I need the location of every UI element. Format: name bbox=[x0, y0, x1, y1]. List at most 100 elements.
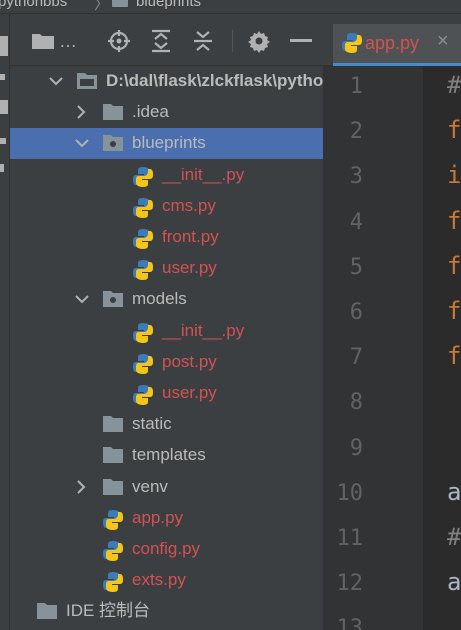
code-line: a bbox=[447, 568, 461, 597]
toolbar-divider bbox=[232, 30, 233, 52]
python-file-icon bbox=[132, 353, 154, 374]
tree-item-label: .idea bbox=[132, 102, 169, 122]
tree-item-static[interactable]: static bbox=[10, 409, 323, 440]
line-number: 12 bbox=[336, 571, 364, 597]
breadcrumb-separator: 〉 bbox=[94, 0, 110, 13]
tree-item-label: templates bbox=[132, 445, 206, 465]
editor-tab-bar: app.py × bbox=[323, 14, 461, 66]
tree-item-post-py[interactable]: post.py bbox=[10, 347, 323, 378]
chevron-right-icon[interactable] bbox=[74, 104, 88, 120]
folder-icon bbox=[112, 0, 128, 7]
tab-app-py[interactable]: app.py × bbox=[333, 24, 461, 66]
tree-item-venv[interactable]: venv bbox=[10, 472, 323, 503]
breadcrumb-folder[interactable]: blueprints bbox=[136, 0, 201, 10]
tree-item-label: D:\dal\flask\zlckflask\python bbox=[106, 71, 323, 90]
line-number: 11 bbox=[336, 526, 364, 551]
stripe-tab-project[interactable] bbox=[0, 36, 8, 56]
tree-item-idea[interactable]: .idea bbox=[10, 97, 323, 128]
expand-all-icon[interactable] bbox=[148, 28, 174, 54]
folder-icon bbox=[102, 446, 124, 466]
tree-item-app-py[interactable]: app.py bbox=[10, 503, 323, 534]
stripe-tab-structure[interactable] bbox=[0, 100, 8, 114]
project-panel: … D:\dal\flask\zlckflask\python .idea blue… bbox=[10, 14, 323, 630]
tree-item-label: app.py bbox=[132, 507, 184, 527]
code-line: f bbox=[447, 342, 461, 371]
python-file-icon bbox=[102, 571, 124, 593]
tree-item-templates[interactable]: templates bbox=[10, 440, 323, 471]
tool-window-stripe bbox=[0, 14, 10, 630]
tree-item-label: __init__.py bbox=[162, 164, 245, 184]
close-icon[interactable]: × bbox=[437, 30, 449, 53]
python-file-icon bbox=[132, 259, 154, 281]
line-number-gutter: 1 2 3 4 5 6 7 8 9 10 11 12 13 bbox=[323, 66, 423, 630]
python-file-icon bbox=[132, 322, 154, 343]
tree-item-init-py[interactable]: __init__.py bbox=[10, 316, 323, 347]
tree-item-cms-py[interactable]: cms.py bbox=[10, 191, 323, 222]
project-root-folder-icon bbox=[76, 72, 98, 92]
tree-item-models[interactable]: models bbox=[10, 284, 323, 315]
collapse-all-icon[interactable] bbox=[190, 28, 216, 54]
chevron-down-icon[interactable] bbox=[48, 73, 63, 89]
minimize-icon[interactable] bbox=[288, 28, 314, 54]
tree-item-config-py[interactable]: config.py bbox=[10, 534, 323, 565]
tree-item-label: user.py bbox=[162, 258, 217, 278]
code-line: f bbox=[447, 297, 461, 325]
code-line: a bbox=[447, 477, 461, 506]
stripe-tab-marker[interactable] bbox=[0, 74, 5, 80]
package-folder-icon bbox=[102, 290, 124, 310]
code-editor[interactable]: # f i f f f f a # a bbox=[423, 66, 461, 630]
line-number: 4 bbox=[349, 209, 363, 235]
tree-item-label: blueprints bbox=[132, 133, 206, 153]
tree-item-user-py[interactable]: user.py bbox=[10, 378, 323, 409]
folder-icon[interactable] bbox=[30, 28, 56, 54]
tree-item-label: config.py bbox=[132, 539, 201, 558]
tab-label: app.py bbox=[365, 33, 420, 53]
tree-item-label: cms.py bbox=[162, 195, 216, 215]
line-number: 8 bbox=[349, 390, 363, 416]
tree-item-init-py[interactable]: __init__.py bbox=[10, 160, 323, 191]
line-number: 2 bbox=[349, 119, 363, 145]
stripe-tab-marker-2[interactable] bbox=[0, 138, 6, 144]
tree-item-label: static bbox=[132, 414, 172, 434]
line-number: 7 bbox=[349, 345, 363, 371]
tree-item-label: post.py bbox=[162, 351, 217, 371]
tree-item-front-py[interactable]: front.py bbox=[10, 222, 323, 253]
line-number: 10 bbox=[336, 480, 364, 506]
code-line: # bbox=[447, 71, 461, 99]
code-line: f bbox=[447, 206, 461, 235]
project-toolbar: … bbox=[10, 14, 323, 66]
tree-item-label: IDE 控制台 bbox=[66, 601, 151, 621]
folder-icon bbox=[102, 478, 124, 498]
view-selector[interactable]: … bbox=[58, 28, 78, 54]
python-file-icon bbox=[102, 509, 124, 530]
tree-item-blueprints[interactable]: blueprints bbox=[10, 128, 323, 160]
code-line: f bbox=[447, 251, 461, 280]
line-number: 6 bbox=[349, 300, 363, 325]
code-line: f bbox=[447, 116, 461, 145]
folder-icon bbox=[102, 415, 124, 435]
breadcrumb: pythonbbs 〉 blueprints bbox=[0, 0, 461, 14]
chevron-right-icon[interactable] bbox=[74, 479, 88, 495]
python-file-icon bbox=[132, 384, 154, 405]
console-folder-icon bbox=[36, 602, 58, 622]
locate-icon[interactable] bbox=[106, 28, 132, 54]
tree-item-user-py[interactable]: user.py bbox=[10, 253, 323, 284]
folder-icon bbox=[102, 103, 124, 123]
tree-item-label: exts.py bbox=[132, 570, 186, 590]
line-number: 13 bbox=[336, 616, 364, 630]
tree-item-exts-py[interactable]: exts.py bbox=[10, 565, 323, 596]
stripe-tab-marker-3[interactable] bbox=[0, 164, 4, 172]
gear-icon[interactable] bbox=[246, 28, 272, 54]
line-number: 5 bbox=[349, 254, 363, 280]
python-file-icon bbox=[132, 228, 154, 249]
tree-item-label: __init__.py bbox=[162, 320, 245, 340]
chevron-down-icon[interactable] bbox=[74, 135, 89, 151]
code-line: # bbox=[447, 523, 461, 551]
chevron-down-icon[interactable] bbox=[74, 291, 89, 307]
line-number: 9 bbox=[349, 435, 363, 461]
breadcrumb-project[interactable]: pythonbbs bbox=[0, 0, 67, 10]
tree-item-ide[interactable]: IDE 控制台 bbox=[10, 596, 323, 627]
python-file-icon bbox=[132, 197, 154, 218]
tree-item-label: user.py bbox=[162, 383, 217, 402]
tree-item-d-dal-flask-zlckflask-python[interactable]: D:\dal\flask\zlckflask\python bbox=[10, 66, 323, 97]
